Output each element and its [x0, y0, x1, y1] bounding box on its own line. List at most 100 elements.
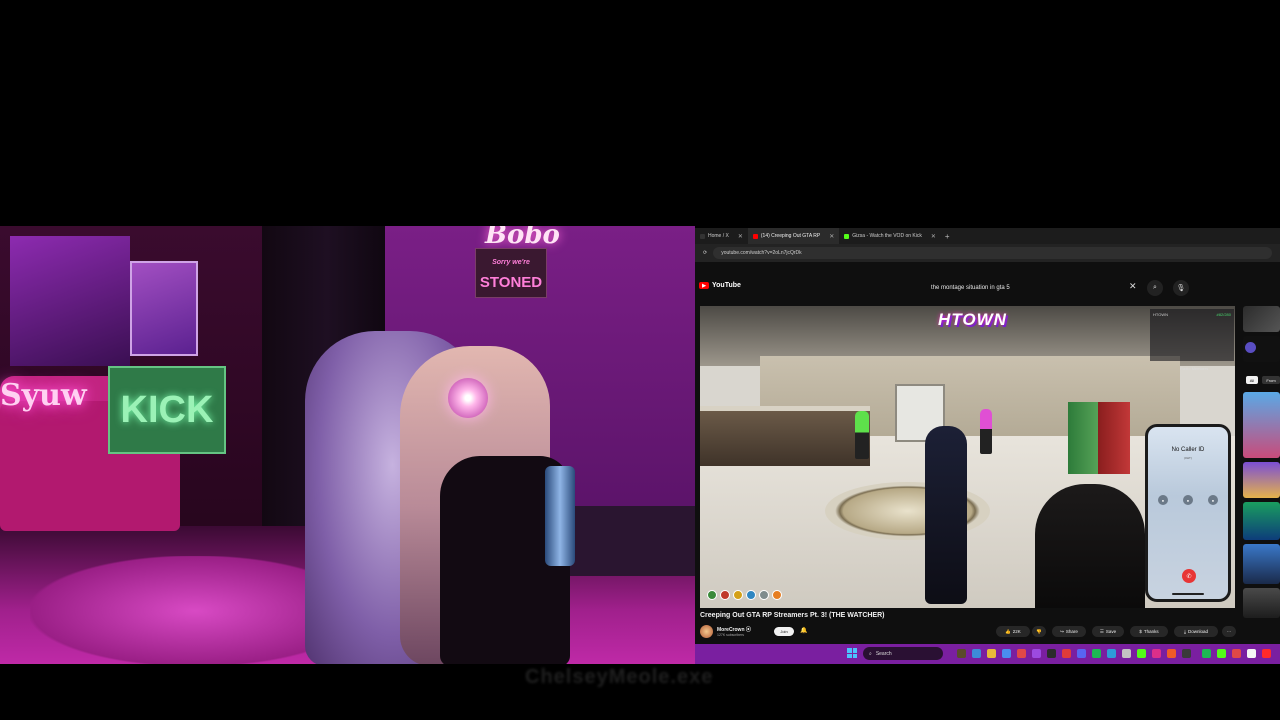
join-button[interactable]: Join	[774, 627, 794, 636]
url-field[interactable]: youtube.com/watch?v=2oLn7jcQrDk	[713, 247, 1272, 259]
subscriber-count: 127K subscribers	[717, 633, 745, 637]
channel-avatar[interactable]	[700, 625, 713, 638]
chrome-icon[interactable]	[1017, 649, 1026, 658]
npc-character	[855, 411, 869, 459]
share-button[interactable]: ↪ Share	[1052, 626, 1086, 637]
stoned-sign-text: STONED	[479, 274, 543, 291]
close-icon[interactable]: ✕	[738, 233, 743, 240]
hotbar-slot	[733, 590, 743, 600]
app-icon[interactable]	[1152, 649, 1161, 658]
taskbar-search[interactable]: ⌕ Search	[863, 647, 943, 660]
ad-avatar-icon	[1245, 342, 1256, 353]
adobe-icon[interactable]	[1262, 649, 1271, 658]
address-bar: ⟳ youtube.com/watch?v=2oLn7jcQrDk	[695, 244, 1280, 262]
search-query: the montage situation in gta 5	[931, 285, 1010, 291]
hotbar-slot	[746, 590, 756, 600]
sidebar-ad[interactable]	[1243, 336, 1280, 362]
app-icon[interactable]	[1232, 649, 1241, 658]
app-icon[interactable]	[1217, 649, 1226, 658]
file-explorer-icon[interactable]	[972, 649, 981, 658]
new-tab-button[interactable]: +	[941, 232, 954, 241]
channel-row: MoreCrown ⦿ 127K subscribers Join 🔔 👍 22…	[700, 625, 1240, 639]
thumbs-down-icon: 👎	[1036, 628, 1042, 634]
reload-icon[interactable]: ⟳	[703, 250, 707, 256]
tab-youtube[interactable]: (14) Creeping Out GTA RP ✕	[747, 228, 840, 244]
kick-icon[interactable]	[1137, 649, 1146, 658]
edge-icon[interactable]	[1002, 649, 1011, 658]
video-player[interactable]: HTOWN HTOWN #82/280 Radio Members No Cal…	[700, 306, 1235, 608]
windows-start-icon[interactable]	[847, 648, 857, 658]
sidebar-thumbnail[interactable]	[1243, 306, 1280, 332]
app-icon[interactable]	[1107, 649, 1116, 658]
app-icon[interactable]	[1062, 649, 1071, 658]
recommendations-sidebar: All From	[1240, 306, 1280, 646]
bottle	[545, 466, 575, 566]
tab-kick[interactable]: Gizsa - Watch the VOD on Kick ✕	[839, 228, 941, 244]
htown-logo: HTOWN	[938, 310, 1007, 329]
spotify-icon[interactable]	[1202, 649, 1211, 658]
hud-tag: #82/280	[1216, 312, 1231, 317]
verified-icon: ⦿	[745, 627, 751, 633]
download-icon: ⤓	[1183, 629, 1186, 634]
phone-caller-sub: (#HT)	[1184, 456, 1192, 460]
dislike-button[interactable]: 👎	[1032, 626, 1046, 637]
hang-up-icon: ✆	[1182, 569, 1196, 583]
app-icon[interactable]	[1032, 649, 1041, 658]
sidebar-thumbnail[interactable]	[1243, 392, 1280, 458]
folder-icon[interactable]	[987, 649, 996, 658]
youtube-logo[interactable]: ▶ YouTube	[699, 282, 741, 289]
url-text: youtube.com/watch?v=2oLn7jcQrDk	[721, 250, 802, 256]
kick-neon-sign: KICK	[108, 366, 226, 454]
close-icon[interactable]: ✕	[829, 233, 834, 240]
microphone-icon[interactable]: 🎙	[1173, 280, 1189, 296]
youtube-play-icon: ▶	[699, 282, 709, 289]
close-icon[interactable]: ✕	[931, 233, 936, 240]
sidebar-thumbnail[interactable]	[1243, 544, 1280, 584]
app-icon[interactable]	[1247, 649, 1256, 658]
bell-icon[interactable]: 🔔	[800, 627, 807, 634]
thanks-button[interactable]: $ Thanks	[1130, 626, 1168, 637]
webcam-feed: KICK Syuw Bobo Sorry we're STONED	[0, 226, 695, 664]
clear-search-icon[interactable]: ✕	[1129, 281, 1137, 292]
channel-name[interactable]: MoreCrown ⦿	[717, 626, 751, 633]
radio-members-label: Radio Members	[1180, 366, 1209, 371]
app-icon[interactable]	[1167, 649, 1176, 658]
vending-machine	[1098, 402, 1130, 474]
headphones-icon	[448, 378, 488, 418]
spotify-icon[interactable]	[1092, 649, 1101, 658]
search-icon[interactable]: ⌕	[1147, 280, 1163, 296]
wall-art	[130, 261, 198, 356]
sidebar-thumbnail[interactable]	[1243, 462, 1280, 498]
sidebar-thumbnail[interactable]	[1243, 502, 1280, 540]
tab-bar: Home / X ✕ (14) Creeping Out GTA RP ✕ Gi…	[695, 228, 1280, 244]
like-count: 22K	[1012, 629, 1021, 634]
neon-sign-left: Syuw	[0, 378, 87, 413]
kick-favicon-icon	[844, 233, 850, 239]
chip-from[interactable]: From	[1262, 376, 1280, 384]
phone-controls: ● ● ●	[1158, 495, 1218, 505]
app-icon[interactable]	[1122, 649, 1131, 658]
taskbar-search-label: Search	[875, 650, 892, 657]
youtube-logo-text: YouTube	[712, 282, 741, 289]
app-icon[interactable]	[1182, 649, 1191, 658]
youtube-favicon-icon	[752, 233, 758, 239]
sidebar-thumbnail[interactable]	[1243, 588, 1280, 618]
neon-sign-top: Bobo	[485, 226, 560, 250]
task-view-icon[interactable]	[957, 649, 966, 658]
save-button[interactable]: ☰ Save	[1092, 626, 1124, 637]
search-input[interactable]: the montage situation in gta 5	[925, 281, 1139, 295]
phone-home-bar	[1172, 593, 1204, 595]
download-button[interactable]: ⤓ Download	[1174, 626, 1218, 637]
more-actions-button[interactable]: ···	[1222, 626, 1236, 637]
thumbs-up-icon: 👍	[1005, 628, 1011, 634]
tab-x[interactable]: Home / X ✕	[695, 228, 748, 244]
tab-label: Home / X	[708, 233, 729, 239]
discord-icon[interactable]	[1077, 649, 1086, 658]
share-icon: ↪	[1060, 628, 1064, 634]
like-button[interactable]: 👍 22K	[996, 626, 1030, 637]
chip-all[interactable]: All	[1246, 376, 1258, 384]
hotbar-slot	[720, 590, 730, 600]
hud-row: HTOWN #82/280	[1153, 312, 1231, 319]
keypad-icon: ●	[1183, 495, 1193, 505]
obs-icon[interactable]	[1047, 649, 1056, 658]
